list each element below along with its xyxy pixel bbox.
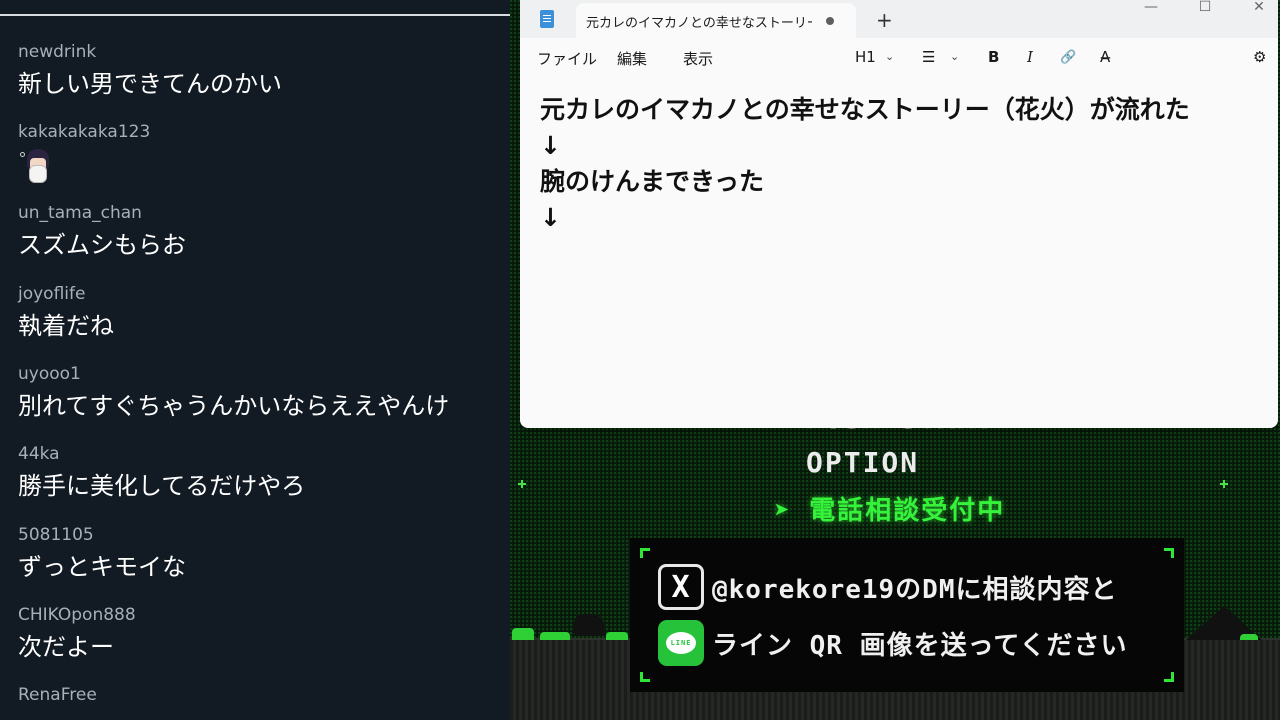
chat-text: 勝手に美化してるだけやろ <box>18 472 306 500</box>
chat-username[interactable]: un_tama_chan <box>18 203 508 223</box>
line-contact-row: LINE ライン QR 画像を送ってください <box>658 620 1128 666</box>
bush <box>606 632 628 640</box>
chat-username[interactable]: RenaFree <box>18 685 508 705</box>
chat-text: 執着だね <box>18 312 114 340</box>
chat-text: 別れてすぐちゃうんかいならええやんけ <box>18 392 450 420</box>
italic-button[interactable]: I <box>1027 48 1033 66</box>
option-text: OPTION <box>806 446 920 479</box>
chat-username[interactable]: uyooo1 <box>18 364 508 384</box>
sparkle-icon <box>1220 480 1228 488</box>
line-contact-text: ライン QR 画像を送ってください <box>712 630 1128 661</box>
maximize-button[interactable]: ☐ <box>1178 0 1232 16</box>
menu-view[interactable]: 表示 <box>683 48 713 69</box>
minimize-button[interactable]: — <box>1124 0 1178 16</box>
chat-username[interactable]: newdrink <box>18 42 508 62</box>
editor-line: ↓ <box>540 203 561 232</box>
link-icon[interactable]: 🔗 <box>1060 50 1076 65</box>
spellcheck-icon[interactable]: A̶ <box>1100 48 1110 66</box>
sparkle-icon <box>518 480 526 488</box>
chevron-down-icon[interactable]: ⌄ <box>885 50 894 63</box>
bush <box>1240 634 1258 640</box>
notepad-window: 元カレのイマカノとの幸せなストーリー（花 + — ☐ ✕ ファイル 編集 表示 … <box>520 0 1278 428</box>
chat-message: kakakakaka123 <box>18 122 508 188</box>
settings-icon[interactable]: ⚙ <box>1253 48 1266 66</box>
chat-text: 新しい男できてんのかい <box>18 70 282 98</box>
editor-line: 元カレのイマカノとの幸せなストーリー（花火）が流れた <box>540 95 1190 124</box>
x-logo-icon: X <box>658 564 704 610</box>
close-button[interactable]: ✕ <box>1232 0 1278 16</box>
bold-button[interactable]: B <box>988 48 999 66</box>
editor-line: 腕のけんまできった <box>540 167 765 196</box>
chat-message: joyoflife 執着だね <box>18 284 508 341</box>
line-logo-icon: LINE <box>658 620 704 666</box>
chevron-down-icon[interactable]: ⌄ <box>950 50 959 63</box>
chat-username[interactable]: kakakakaka123 <box>18 122 508 142</box>
tab-document[interactable]: 元カレのイマカノとの幸せなストーリー（花 <box>576 3 856 38</box>
x-contact-text: @korekore19のDMに相談内容と <box>712 574 1118 605</box>
x-contact-row: X @korekore19のDMに相談内容と <box>658 564 1118 610</box>
menu-edit[interactable]: 編集 <box>617 48 647 69</box>
editor-line: ↓ <box>540 131 561 160</box>
chat-message: uyooo1 別れてすぐちゃうんかいならええやんけ <box>18 364 508 421</box>
consult-text: ➤ 電話相談受付中 <box>774 496 1006 526</box>
chat-message: RenaFree <box>18 685 508 705</box>
chat-username[interactable]: CHIKOpon888 <box>18 605 508 625</box>
bush <box>540 632 570 640</box>
notepad-app-icon <box>540 10 554 28</box>
tab-title: 元カレのイマカノとの幸せなストーリー（花 <box>586 16 812 31</box>
list-icon[interactable]: ☰ <box>922 48 935 66</box>
chat-message: un_tama_chan スズムシもらお <box>18 203 508 260</box>
chat-message: 5081105 ずっとキモイな <box>18 525 508 582</box>
unsaved-dot-icon[interactable] <box>826 17 834 25</box>
bush <box>512 628 534 640</box>
title-bar: 元カレのイマカノとの幸せなストーリー（花 + — ☐ ✕ <box>520 0 1278 38</box>
new-tab-button[interactable]: + <box>876 8 893 32</box>
chat-username[interactable]: 44ka <box>18 444 508 464</box>
chat-username[interactable]: joyoflife <box>18 284 508 304</box>
chat-text: スズムシもらお <box>18 231 186 259</box>
chat-divider <box>0 14 510 16</box>
chat-message: newdrink 新しい男できてんのかい <box>18 42 508 99</box>
chat-message: CHIKOpon888 次だよー <box>18 605 508 662</box>
dino-sprite <box>574 614 604 636</box>
chat-username[interactable]: 5081105 <box>18 525 508 545</box>
menu-file[interactable]: ファイル <box>537 48 597 69</box>
chat-panel: newdrink 新しい男できてんのかい kakakakaka123 un_ta… <box>0 0 510 720</box>
chat-message: 44ka 勝手に美化してるだけやろ <box>18 444 508 501</box>
emote-sticker <box>18 148 58 188</box>
chat-text: ずっとキモイな <box>18 553 186 581</box>
contact-info-box: X @korekore19のDMに相談内容と LINE ライン QR 画像を送っ… <box>630 538 1184 692</box>
heading-dropdown[interactable]: H1 <box>855 48 876 66</box>
chat-text: 次だよー <box>18 633 114 661</box>
editor-area[interactable]: 元カレのイマカノとの幸せなストーリー（花火）が流れた ↓ 腕のけんまできった ↓ <box>540 92 1270 236</box>
menu-bar: ファイル 編集 表示 H1 ⌄ ☰ ⌄ B I 🔗 A̶ ⚙ <box>520 38 1278 76</box>
